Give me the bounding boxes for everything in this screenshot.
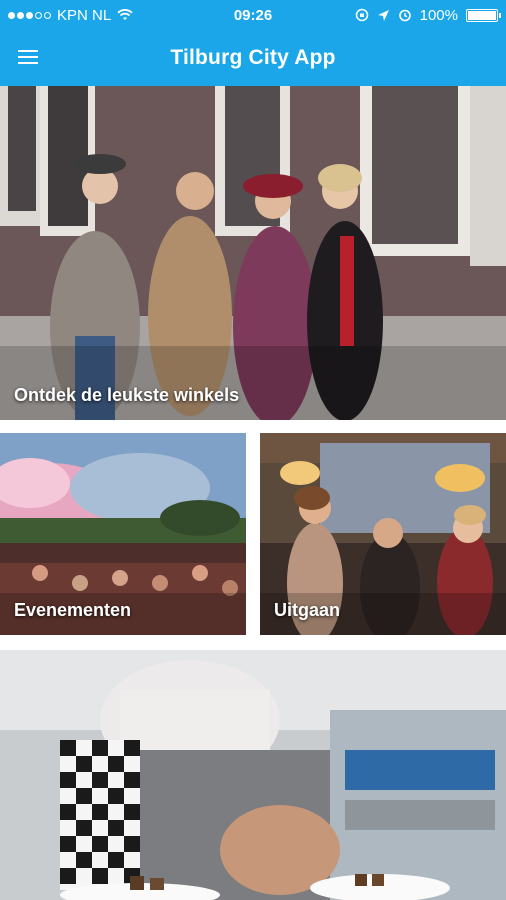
status-left: KPN NL (8, 7, 253, 24)
status-right: 100% (253, 6, 501, 24)
tile-shops-label: Ontdek de leukste winkels (14, 385, 240, 405)
tile-food[interactable] (0, 650, 506, 900)
tile-nightlife[interactable]: Uitgaan (260, 433, 506, 635)
signal-dots-icon (8, 11, 51, 19)
battery-percent: 100% (419, 6, 458, 24)
tile-shops[interactable]: Ontdek de leukste winkels (0, 86, 506, 420)
rotation-lock-icon (355, 8, 368, 22)
app-bar: Tilburg City App (0, 30, 506, 86)
status-bar: KPN NL 09:26 100% (0, 0, 506, 30)
app-title: Tilburg City App (170, 46, 336, 69)
carrier-name: KPN NL (57, 6, 112, 24)
tile-events-label: Evenementen (14, 600, 132, 620)
location-arrow-icon (377, 9, 389, 21)
tile-nightlife-label: Uitgaan (274, 600, 341, 620)
food-photo (0, 650, 506, 900)
wifi-icon (117, 9, 133, 20)
hamburger-menu-icon[interactable] (18, 46, 44, 70)
tile-events[interactable]: Evenementen (0, 433, 246, 635)
battery-icon (466, 8, 501, 22)
alarm-icon (398, 9, 411, 22)
shops-photo (0, 86, 506, 420)
